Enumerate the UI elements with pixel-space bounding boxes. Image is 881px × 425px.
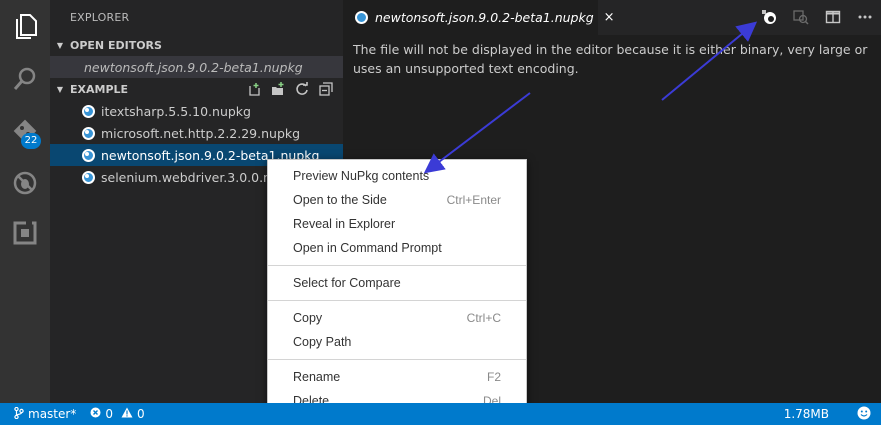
refresh-icon[interactable] xyxy=(293,80,311,98)
menu-item-label: Reveal in Explorer xyxy=(293,217,396,231)
open-editor-item[interactable]: newtonsoft.json.9.0.2-beta1.nupkg xyxy=(50,56,343,78)
new-file-icon[interactable] xyxy=(245,80,263,98)
menu-item-preview-nupkg[interactable]: Preview NuPkg contents xyxy=(268,164,526,188)
branch-label: master* xyxy=(28,407,77,421)
menu-item-label: Copy Path xyxy=(293,335,352,349)
folder-header[interactable]: ▼ EXAMPLE xyxy=(50,78,343,100)
menu-separator xyxy=(268,359,526,360)
chevron-down-icon: ▼ xyxy=(56,84,64,94)
editor-tab[interactable]: newtonsoft.json.9.0.2-beta1.nupkg × xyxy=(343,0,615,35)
menu-item-shortcut: F2 xyxy=(486,370,501,384)
menu-separator xyxy=(268,265,526,266)
files-icon[interactable] xyxy=(10,12,40,42)
context-menu: Preview NuPkg contents Open to the Side C… xyxy=(267,159,527,413)
problems-indicator[interactable]: 0 0 xyxy=(90,407,145,421)
branch-indicator[interactable]: master* xyxy=(14,406,77,422)
error-count: 0 xyxy=(105,407,113,421)
file-item[interactable]: itextsharp.5.5.10.nupkg xyxy=(50,100,343,122)
more-actions-icon[interactable] xyxy=(855,7,875,27)
menu-separator xyxy=(268,300,526,301)
file-label: itextsharp.5.5.10.nupkg xyxy=(101,103,251,119)
warning-count: 0 xyxy=(136,407,145,421)
close-icon[interactable]: × xyxy=(604,10,615,25)
binary-file-message: The file will not be displayed in the ed… xyxy=(353,42,868,76)
search-icon[interactable] xyxy=(10,64,40,94)
warning-icon xyxy=(121,407,133,421)
editor-tab-bar: newtonsoft.json.9.0.2-beta1.nupkg × xyxy=(343,0,881,35)
git-branch-icon xyxy=(14,406,24,422)
file-item[interactable]: microsoft.net.http.2.2.29.nupkg xyxy=(50,122,343,144)
nupkg-file-icon xyxy=(82,170,95,184)
nupkg-file-icon xyxy=(82,148,95,162)
menu-item-label: Select for Compare xyxy=(293,276,401,290)
nupkg-file-icon xyxy=(82,104,95,118)
preview-nupkg-icon[interactable] xyxy=(759,7,779,27)
error-icon xyxy=(90,407,101,421)
sidebar-title: EXPLORER xyxy=(70,11,130,24)
debug-icon[interactable] xyxy=(10,168,40,198)
menu-item-copy-path[interactable]: Copy Path xyxy=(268,330,526,354)
tab-label: newtonsoft.json.9.0.2-beta1.nupkg xyxy=(375,10,594,25)
menu-item-copy[interactable]: Copy Ctrl+C xyxy=(268,306,526,330)
chevron-down-icon: ▼ xyxy=(56,40,64,50)
menu-item-label: Open in Command Prompt xyxy=(293,241,442,255)
folder-label: EXAMPLE xyxy=(70,82,129,96)
open-editors-label: OPEN EDITORS xyxy=(70,38,162,52)
feedback-smiley-icon[interactable] xyxy=(857,406,871,423)
nupkg-file-icon xyxy=(355,11,368,24)
menu-item-open-command-prompt[interactable]: Open in Command Prompt xyxy=(268,236,526,260)
open-changes-icon[interactable] xyxy=(791,7,811,27)
new-folder-icon[interactable] xyxy=(269,80,287,98)
menu-item-shortcut: Ctrl+Enter xyxy=(446,193,501,207)
menu-item-shortcut: Ctrl+C xyxy=(466,311,501,325)
collapse-all-icon[interactable] xyxy=(317,80,335,98)
nupkg-file-icon xyxy=(82,126,95,140)
menu-item-reveal-in-explorer[interactable]: Reveal in Explorer xyxy=(268,212,526,236)
open-editors-header[interactable]: ▼ OPEN EDITORS xyxy=(50,34,343,56)
activity-bar: 22 xyxy=(0,0,50,403)
file-label: microsoft.net.http.2.2.29.nupkg xyxy=(101,125,301,141)
status-bar: master* 0 0 1.78MB xyxy=(0,403,881,425)
menu-item-label: Open to the Side xyxy=(293,193,387,207)
extensions-icon[interactable] xyxy=(10,218,40,248)
file-size: 1.78MB xyxy=(783,407,829,421)
source-control-badge: 22 xyxy=(21,133,41,149)
menu-item-select-for-compare[interactable]: Select for Compare xyxy=(268,271,526,295)
open-editor-label: newtonsoft.json.9.0.2-beta1.nupkg xyxy=(84,59,303,75)
menu-item-label: Rename xyxy=(293,370,341,384)
menu-item-rename[interactable]: Rename F2 xyxy=(268,365,526,389)
menu-item-label: Copy xyxy=(293,311,323,325)
menu-item-label: Preview NuPkg contents xyxy=(293,169,430,183)
split-editor-icon[interactable] xyxy=(823,7,843,27)
menu-item-open-to-side[interactable]: Open to the Side Ctrl+Enter xyxy=(268,188,526,212)
